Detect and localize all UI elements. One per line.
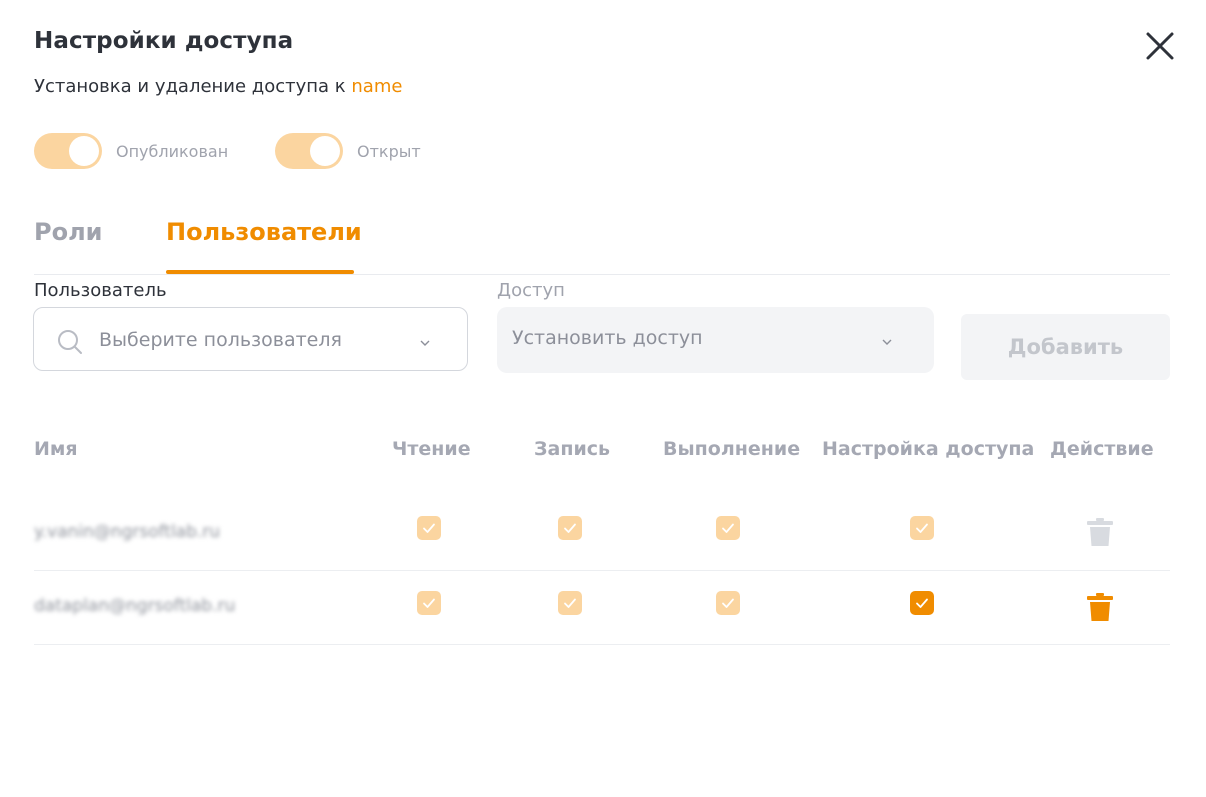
check-icon [722,598,734,608]
check-icon [722,523,734,533]
published-toggle-label: Опубликован [116,141,229,161]
write-checkbox[interactable] [558,516,582,540]
column-header-execute: Выполнение [663,438,801,460]
open-toggle[interactable] [275,133,343,169]
check-icon [916,523,928,533]
user-select-placeholder: Выберите пользователя [99,329,342,351]
column-header-access-settings: Настройка доступа [822,438,1035,460]
published-toggle-group: Опубликован [34,133,228,169]
toggle-knob [69,136,99,166]
access-settings-checkbox[interactable] [910,516,934,540]
row-user-name: y.vanin@ngrsoftlab.ru [34,522,221,542]
execute-checkbox[interactable] [716,591,740,615]
tab-divider [34,274,1170,275]
close-icon [1146,32,1174,60]
row-user-name: dataplan@ngrsoftlab.ru [34,596,236,616]
check-icon [916,598,928,608]
read-checkbox[interactable] [417,516,441,540]
chevron-down-icon [420,340,430,346]
dialog-subtitle: Установка и удаление доступа к name [34,76,402,97]
user-field-label: Пользователь [34,280,167,301]
access-select[interactable]: Установить доступ [497,307,934,373]
trash-icon [1087,518,1113,546]
write-checkbox[interactable] [558,591,582,615]
access-field-label: Доступ [497,280,565,301]
read-checkbox[interactable] [417,591,441,615]
check-icon [564,523,576,533]
row-divider [34,570,1170,571]
open-toggle-group: Открыт [275,133,421,169]
search-icon [58,330,82,354]
close-button[interactable] [1144,30,1176,62]
tab-roles[interactable]: Роли [34,218,102,246]
user-select[interactable]: Выберите пользователя [33,307,468,371]
row-divider [34,644,1170,645]
check-icon [423,523,435,533]
chevron-down-icon [882,339,892,345]
add-button[interactable]: Добавить [961,314,1170,380]
check-icon [564,598,576,608]
subtitle-resource-name: name [351,76,403,97]
column-header-read: Чтение [392,438,471,460]
active-tab-indicator [166,270,354,274]
access-settings-checkbox[interactable] [910,591,934,615]
delete-button[interactable] [1086,517,1114,547]
column-header-name: Имя [34,438,78,460]
toggle-knob [310,136,340,166]
trash-icon [1087,593,1113,621]
published-toggle[interactable] [34,133,102,169]
access-select-placeholder: Установить доступ [512,327,703,349]
check-icon [423,598,435,608]
open-toggle-label: Открыт [357,141,421,161]
column-header-action: Действие [1050,438,1154,460]
execute-checkbox[interactable] [716,516,740,540]
subtitle-text: Установка и удаление доступа к [34,76,352,97]
dialog-title: Настройки доступа [34,28,294,54]
tab-users[interactable]: Пользователи [166,218,362,246]
column-header-write: Запись [534,438,611,460]
delete-button[interactable] [1086,592,1114,622]
